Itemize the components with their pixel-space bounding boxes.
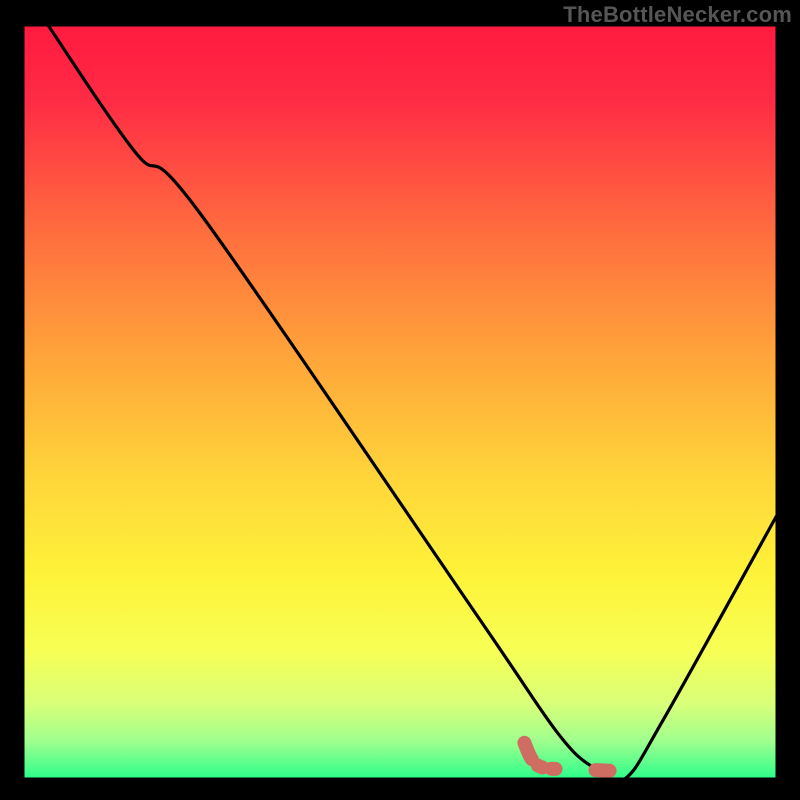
bottleneck-chart	[0, 0, 800, 800]
attribution-text: TheBottleNecker.com	[563, 2, 792, 28]
chart-stage: TheBottleNecker.com	[0, 0, 800, 800]
plot-background	[23, 25, 777, 779]
